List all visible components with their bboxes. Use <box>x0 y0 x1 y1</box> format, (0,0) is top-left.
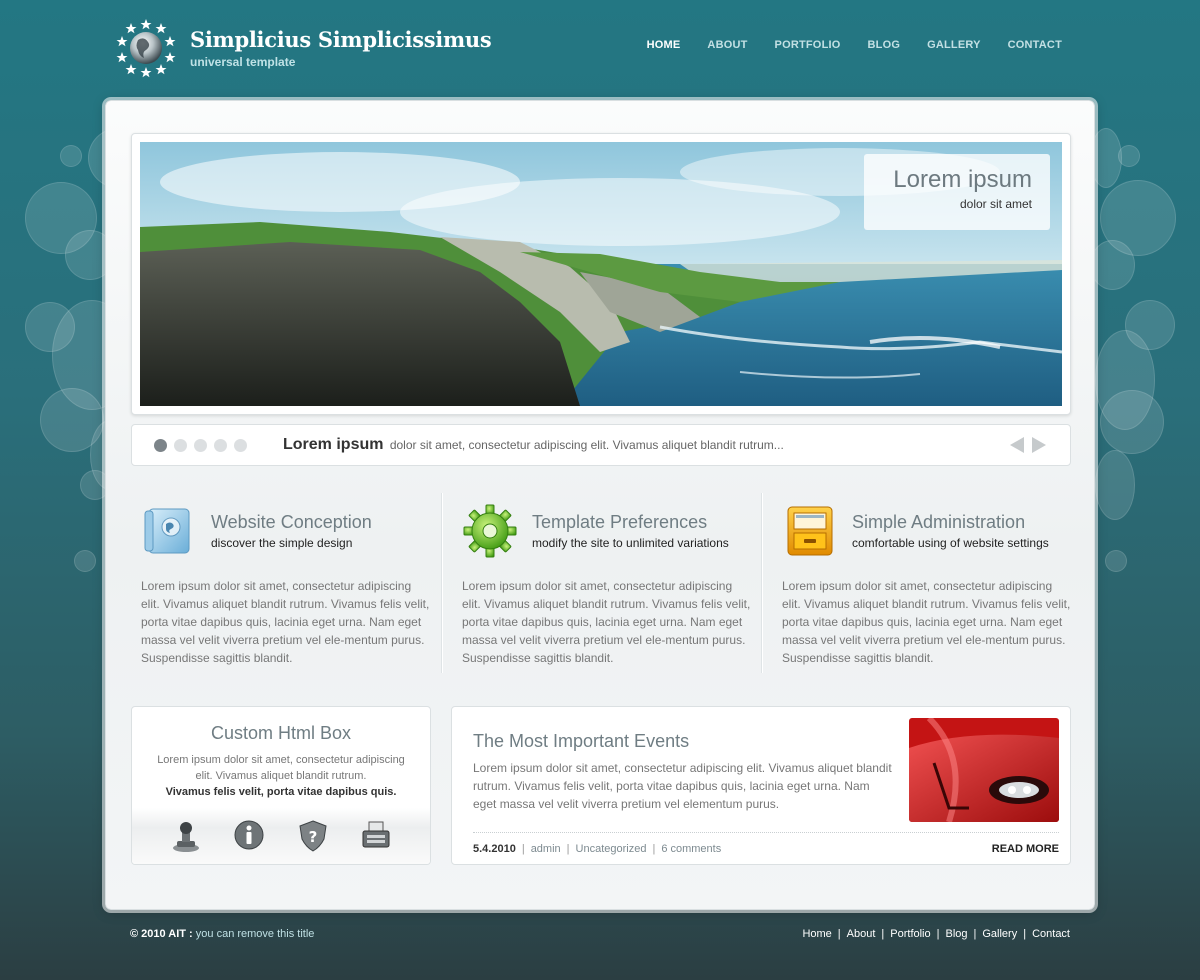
footer-link-blog[interactable]: Blog <box>945 928 967 940</box>
custom-box-text: Lorem ipsum dolor sit amet, consectetur … <box>132 752 430 800</box>
footer-separator: | <box>881 928 885 940</box>
file-drawer-icon <box>782 503 838 559</box>
feature-template-preferences: Template Preferences modify the site to … <box>441 493 761 673</box>
copyright-text: © 2010 AIT : <box>130 928 193 940</box>
globe-stars-icon <box>116 18 176 78</box>
feature-text: Lorem ipsum dolor sit amet, consectetur … <box>782 579 1071 665</box>
footer-nav: Home | About | Portfolio | Blog | Galler… <box>802 928 1070 940</box>
footer-link-home[interactable]: Home <box>802 928 831 940</box>
info-icon[interactable] <box>232 819 266 853</box>
stamp-icon[interactable] <box>169 819 203 853</box>
slider-dot-4[interactable] <box>214 438 227 452</box>
custom-html-box: Custom Html Box Lorem ipsum dolor sit am… <box>131 706 431 865</box>
footer-separator: | <box>936 928 940 940</box>
slide-caption-subtitle: dolor sit amet <box>959 197 1032 211</box>
slide-caption-title: Lorem ipsum <box>893 166 1032 193</box>
copyright-note: you can remove this title <box>195 928 315 940</box>
feature-website-conception: Website Conception discover the simple d… <box>131 493 441 673</box>
custom-box-body: Lorem ipsum dolor sit amet, consectetur … <box>157 754 405 782</box>
events-text: Lorem ipsum dolor sit amet, consectetur … <box>473 761 892 811</box>
slide-caption: Lorem ipsum dolor sit amet <box>864 154 1050 230</box>
gear-icon <box>462 503 518 559</box>
meta-separator: | <box>652 843 656 855</box>
read-more-link[interactable]: READ MORE <box>992 843 1059 855</box>
slider-dots <box>154 438 247 452</box>
events-image-red-car[interactable] <box>909 718 1059 822</box>
feature-subtitle: modify the site to unlimited variations <box>532 536 729 550</box>
fax-icon[interactable] <box>359 819 393 853</box>
feature-text: Lorem ipsum dolor sit amet, consectetur … <box>462 579 751 665</box>
feature-simple-administration: Simple Administration comfortable using … <box>761 493 1081 673</box>
footer-link-about[interactable]: About <box>847 928 876 940</box>
shield-question-icon[interactable]: ? <box>296 819 330 853</box>
events-title[interactable]: The Most Important Events <box>473 731 689 752</box>
footer-link-portfolio[interactable]: Portfolio <box>890 928 930 940</box>
next-arrow-icon[interactable] <box>1032 437 1046 453</box>
slider-arrows <box>1010 437 1046 453</box>
site-subtitle: universal template <box>190 55 296 69</box>
footer-separator: | <box>1023 928 1027 940</box>
nav-gallery[interactable]: GALLERY <box>927 39 981 51</box>
feature-title: Website Conception <box>211 512 372 532</box>
feature-subtitle: discover the simple design <box>211 536 353 550</box>
slider-dot-5[interactable] <box>234 438 247 452</box>
image-slider: Lorem ipsum dolor sit amet <box>131 133 1071 415</box>
custom-box-title: Custom Html Box <box>210 723 352 743</box>
nav-home[interactable]: HOME <box>647 39 681 51</box>
footer-separator: | <box>973 928 977 940</box>
event-category-link[interactable]: Uncategorized <box>576 843 647 855</box>
svg-text:?: ? <box>308 828 317 846</box>
footer-copyright: © 2010 AIT : you can remove this title <box>130 928 314 940</box>
custom-box-bold: Vivamus felis velit, porta vitae dapibus… <box>165 786 397 798</box>
nav-about[interactable]: ABOUT <box>707 39 747 51</box>
slide-image-coast[interactable]: Lorem ipsum dolor sit amet <box>140 142 1062 406</box>
site-title: Simplicius Simplicissimus <box>190 27 492 52</box>
events-meta: 5.4.2010 | admin | Uncategorized | 6 com… <box>473 832 1059 855</box>
events-box: The Most Important Events Lorem ipsum do… <box>451 706 1071 865</box>
meta-separator: | <box>566 843 570 855</box>
site-logo[interactable]: Simplicius Simplicissimus universal temp… <box>116 18 492 78</box>
footer-separator: | <box>837 928 841 940</box>
feature-subtitle: comfortable using of website settings <box>852 536 1049 550</box>
nav-contact[interactable]: CONTACT <box>1008 39 1062 51</box>
slider-dot-1[interactable] <box>154 438 167 452</box>
event-comments-link[interactable]: 6 comments <box>661 843 721 855</box>
nav-blog[interactable]: BLOG <box>868 39 901 51</box>
feature-text: Lorem ipsum dolor sit amet, consectetur … <box>141 579 430 665</box>
feature-title: Simple Administration <box>852 512 1026 532</box>
content-panel: Lorem ipsum dolor sit amet Lorem ipsum d… <box>105 100 1095 910</box>
event-date: 5.4.2010 <box>473 843 516 855</box>
footer-link-gallery[interactable]: Gallery <box>982 928 1017 940</box>
slider-bar-description: dolor sit amet, consectetur adipiscing e… <box>389 438 784 452</box>
book-globe-icon <box>141 503 197 559</box>
feature-title: Template Preferences <box>532 512 708 532</box>
slider-bar-title: Lorem ipsum <box>283 436 384 453</box>
main-nav: HOME ABOUT PORTFOLIO BLOG GALLERY CONTAC… <box>620 39 1062 51</box>
slider-dot-3[interactable] <box>194 438 207 452</box>
slider-dot-2[interactable] <box>174 438 187 452</box>
slider-bar-text: Lorem ipsum dolor sit amet, consectetur … <box>283 436 784 454</box>
features-row: Website Conception discover the simple d… <box>131 493 1071 673</box>
footer-link-contact[interactable]: Contact <box>1032 928 1070 940</box>
nav-portfolio[interactable]: PORTFOLIO <box>775 39 841 51</box>
custom-box-icons: ? <box>132 808 430 864</box>
slider-controls: Lorem ipsum dolor sit amet, consectetur … <box>131 424 1071 466</box>
event-author-link[interactable]: admin <box>531 843 561 855</box>
prev-arrow-icon[interactable] <box>1010 437 1024 453</box>
meta-separator: | <box>521 843 525 855</box>
